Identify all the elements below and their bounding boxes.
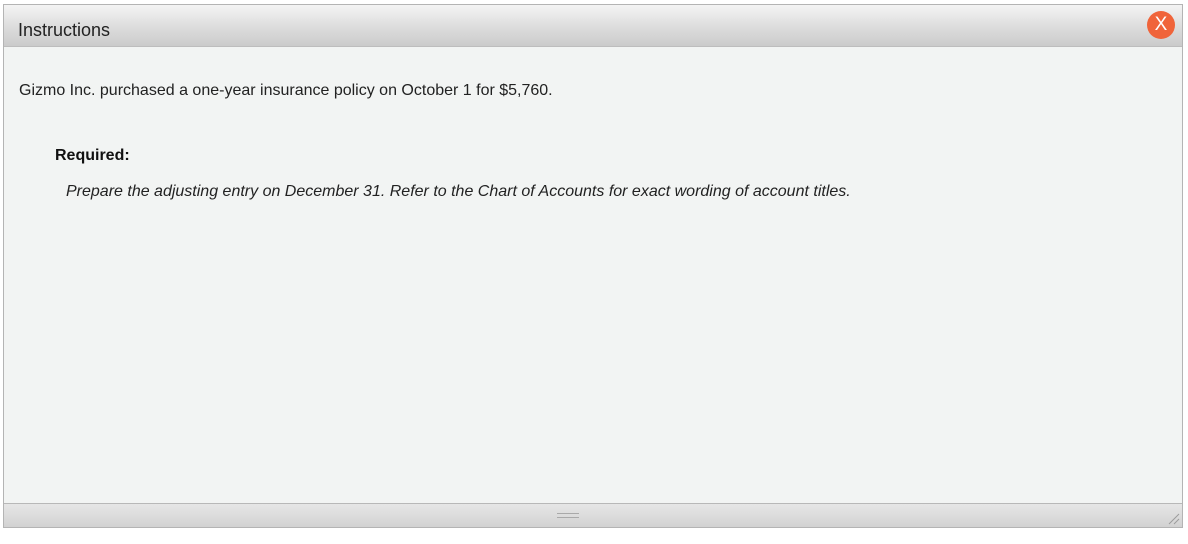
task-text: Prepare the adjusting entry on December … — [66, 183, 851, 200]
dialog-titlebar[interactable]: Instructions X — [4, 5, 1182, 47]
close-icon: X — [1154, 14, 1168, 35]
resize-corner-icon[interactable] — [1164, 509, 1180, 525]
required-heading: Required: — [55, 147, 130, 164]
dialog-footer — [4, 503, 1182, 527]
dialog-content: Gizmo Inc. purchased a one-year insuranc… — [4, 47, 1182, 504]
dialog-title: Instructions — [18, 20, 111, 40]
intro-text: Gizmo Inc. purchased a one-year insuranc… — [19, 82, 553, 99]
close-button[interactable]: X — [1147, 11, 1175, 39]
instructions-dialog: Instructions X Gizmo Inc. purchased a on… — [3, 4, 1183, 528]
drag-handle-icon[interactable] — [557, 513, 579, 518]
